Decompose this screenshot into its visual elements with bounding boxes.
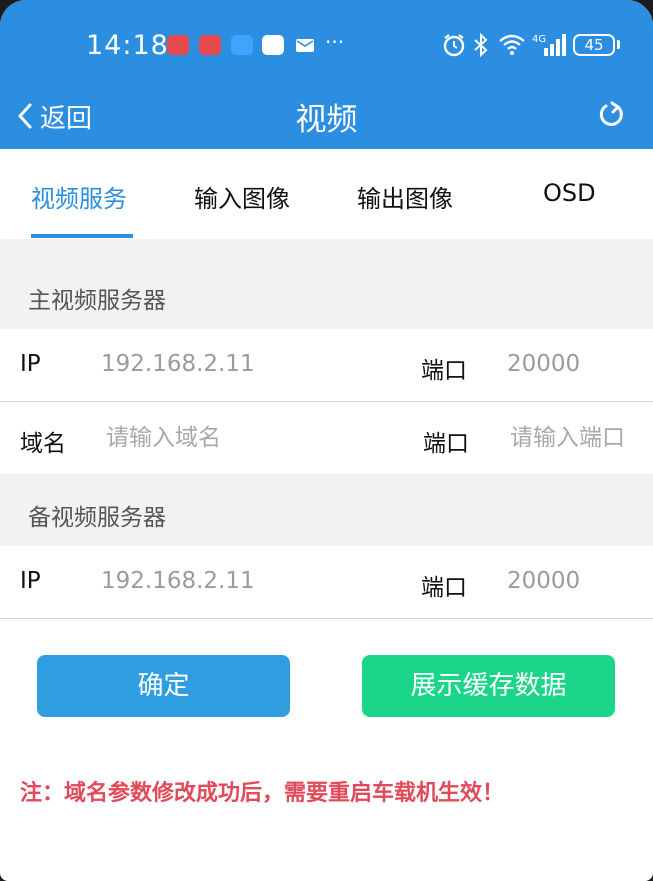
- backup-server-title: 备视频服务器: [28, 505, 166, 531]
- show-cache-data-button[interactable]: 展示缓存数据: [362, 655, 615, 717]
- backup-port-label: 端口: [421, 575, 467, 601]
- main-server-section-header: 主视频服务器: [0, 239, 653, 329]
- main-ip-field[interactable]: 192.168.2.11: [101, 351, 255, 377]
- main-server-ip-row: IP 192.168.2.11 端口 20000: [0, 329, 653, 402]
- active-tab-indicator: [31, 234, 133, 238]
- backup-server-ip-row: IP 192.168.2.11 端口 20000: [0, 546, 653, 619]
- battery-indicator: 45: [573, 34, 615, 56]
- restart-notice: 注：域名参数修改成功后，需要重启车载机生效！: [20, 781, 505, 806]
- title-bar: 返回 视频: [0, 90, 653, 149]
- alarm-icon: [443, 34, 465, 57]
- backup-ip-field[interactable]: 192.168.2.11: [101, 568, 255, 594]
- port-label: 端口: [421, 358, 467, 384]
- tab-osd[interactable]: OSD: [543, 179, 596, 207]
- chat-app-icon: [231, 35, 253, 55]
- backup-server-section-header: 备视频服务器: [0, 474, 653, 546]
- bluetooth-icon: [474, 32, 488, 58]
- domain-label: 域名: [20, 431, 66, 457]
- refresh-icon[interactable]: [596, 99, 628, 131]
- main-port-field[interactable]: 20000: [507, 351, 580, 377]
- domain-input[interactable]: [106, 416, 396, 460]
- tab-bar: 视频服务 输入图像 输出图像 OSD: [0, 149, 653, 239]
- confirm-button[interactable]: 确定: [37, 655, 290, 717]
- main-server-domain-row: 域名 端口: [0, 402, 653, 474]
- more-notifications-icon: ···: [325, 30, 345, 54]
- tab-video-service[interactable]: 视频服务: [31, 179, 127, 214]
- cellular-signal-4g-icon: 4G: [532, 34, 566, 56]
- domain-port-input[interactable]: [510, 416, 650, 460]
- mail-icon: [296, 39, 314, 52]
- tab-output-image[interactable]: 输出图像: [357, 179, 453, 214]
- wifi-icon: [499, 34, 525, 55]
- notes-app-icon: [199, 35, 221, 55]
- status-bar: 14:18 ··· 4G 45: [0, 0, 653, 90]
- tab-input-image[interactable]: 输入图像: [194, 179, 290, 214]
- page-title: 视频: [295, 102, 358, 138]
- battery-tip: [617, 40, 620, 49]
- backup-ip-label: IP: [20, 568, 41, 594]
- phone-screen: 14:18 ··· 4G 45 返回 视频 视频服务 输入图像 输出图像 OSD…: [0, 0, 653, 881]
- backup-port-field[interactable]: 20000: [507, 568, 580, 594]
- status-time: 14:18: [86, 30, 169, 61]
- svg-text:4G: 4G: [532, 34, 546, 45]
- huawei-app-icon: [167, 35, 189, 55]
- domain-port-label: 端口: [423, 431, 469, 457]
- browser-app-icon: [262, 35, 284, 55]
- main-server-title: 主视频服务器: [28, 288, 166, 314]
- ip-label: IP: [20, 351, 41, 377]
